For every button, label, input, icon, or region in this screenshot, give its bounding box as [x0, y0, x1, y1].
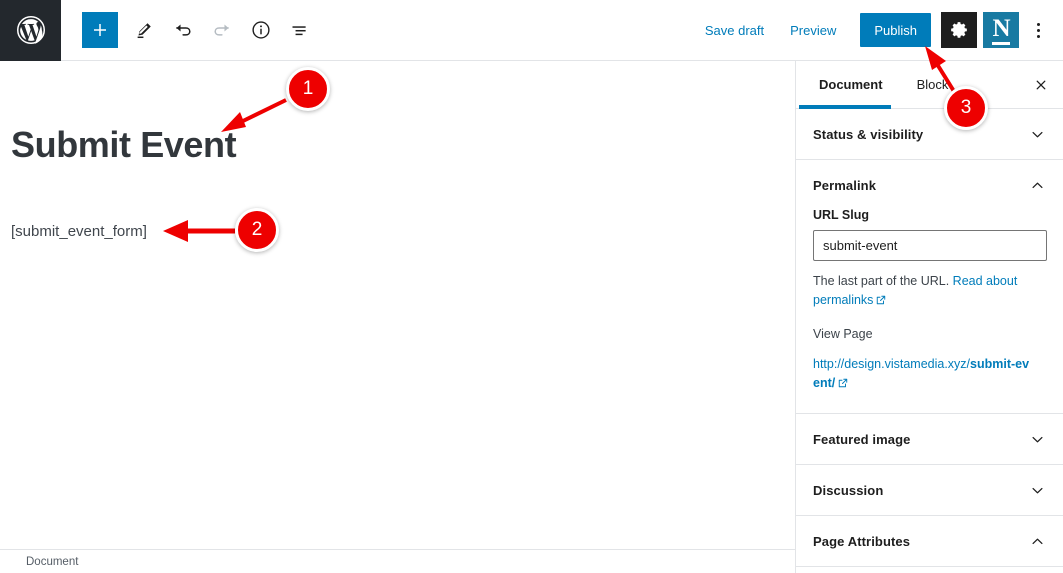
permalink-help-text: The last part of the URL. Read about per…	[813, 272, 1033, 312]
url-slug-label: URL Slug	[813, 208, 870, 222]
editor-header-toolbar: Save draft Preview Publish N	[0, 0, 1063, 61]
panel-permalink-header[interactable]: Permalink	[796, 160, 1063, 210]
kebab-menu-icon[interactable]	[1023, 12, 1053, 48]
panel-title: Permalink	[813, 177, 877, 193]
panel-page-attributes: Page Attributes	[796, 516, 1063, 568]
panel-title: Page Attributes	[813, 533, 911, 549]
info-circle-icon[interactable]	[242, 11, 280, 49]
wordpress-logo-icon[interactable]	[0, 0, 61, 61]
edit-tool-button[interactable]	[124, 11, 162, 49]
chevron-up-icon	[1027, 175, 1047, 195]
add-block-button[interactable]	[82, 12, 118, 48]
page-title[interactable]: Submit Event	[11, 123, 237, 166]
external-link-icon	[837, 376, 849, 395]
annotation-marker-3-number: 3	[960, 97, 972, 118]
yoast-n-icon[interactable]: N	[983, 12, 1019, 48]
panel-page-attributes-header[interactable]: Page Attributes	[796, 516, 1063, 566]
save-draft-button[interactable]: Save draft	[695, 17, 774, 44]
wordpress-block-editor: Save draft Preview Publish N Submit Even…	[0, 0, 1063, 573]
header-actions-group: Save draft Preview Publish N	[695, 0, 1063, 61]
panel-title: Featured image	[813, 431, 911, 447]
panel-featured-image-header[interactable]: Featured image	[796, 414, 1063, 464]
chevron-up-icon	[1027, 531, 1047, 551]
panel-permalink-body: URL Slug The last part of the URL. Read …	[796, 208, 1063, 413]
annotation-marker-1-number: 1	[302, 78, 314, 99]
editor-tools-group	[82, 11, 318, 49]
chevron-down-icon	[1027, 480, 1047, 500]
permalink-url-link[interactable]: http://design.vistamedia.xyz/submit-even…	[813, 355, 1035, 396]
redo-button	[202, 11, 240, 49]
permalink-help-prefix: The last part of the URL.	[813, 274, 950, 288]
panel-discussion-header[interactable]: Discussion	[796, 465, 1063, 515]
url-slug-input[interactable]	[813, 230, 1047, 261]
panel-status-visibility: Status & visibility	[796, 109, 1063, 160]
annotation-marker-2-number: 2	[251, 219, 263, 240]
shortcode-block[interactable]: [submit_event_form]	[11, 221, 147, 244]
panel-title: Status & visibility	[813, 126, 924, 142]
preview-button[interactable]: Preview	[780, 17, 846, 44]
annotation-marker-1: 1	[286, 67, 330, 111]
chevron-down-icon	[1027, 124, 1047, 144]
panel-discussion: Discussion	[796, 465, 1063, 517]
annotation-marker-2: 2	[235, 208, 279, 252]
settings-sidebar: Document Block Status & visibility Perma…	[795, 61, 1063, 573]
panel-status-visibility-header[interactable]: Status & visibility	[796, 109, 1063, 159]
panel-featured-image: Featured image	[796, 414, 1063, 466]
panel-title: Discussion	[813, 482, 884, 498]
editor-canvas[interactable]: Submit Event [submit_event_form]	[0, 61, 795, 549]
panel-permalink: Permalink URL Slug The last part of the …	[796, 160, 1063, 415]
yoast-n-letter: N	[992, 16, 1011, 45]
editor-breadcrumb-bar: Document	[0, 549, 795, 573]
close-sidebar-icon[interactable]	[1019, 61, 1063, 108]
view-page-label: View Page	[813, 326, 873, 341]
annotation-marker-3: 3	[944, 86, 988, 130]
chevron-down-icon	[1027, 429, 1047, 449]
settings-gear-icon[interactable]	[941, 12, 977, 48]
list-view-icon[interactable]	[280, 11, 318, 49]
undo-button[interactable]	[164, 11, 202, 49]
tab-document[interactable]: Document	[811, 61, 891, 108]
active-tab-indicator	[799, 105, 891, 109]
sidebar-tabs: Document Block	[796, 61, 1063, 109]
external-link-icon	[875, 293, 887, 312]
breadcrumb-document[interactable]: Document	[26, 556, 78, 568]
permalink-base: http://design.vistamedia.xyz/	[813, 356, 971, 371]
publish-button[interactable]: Publish	[860, 13, 931, 47]
